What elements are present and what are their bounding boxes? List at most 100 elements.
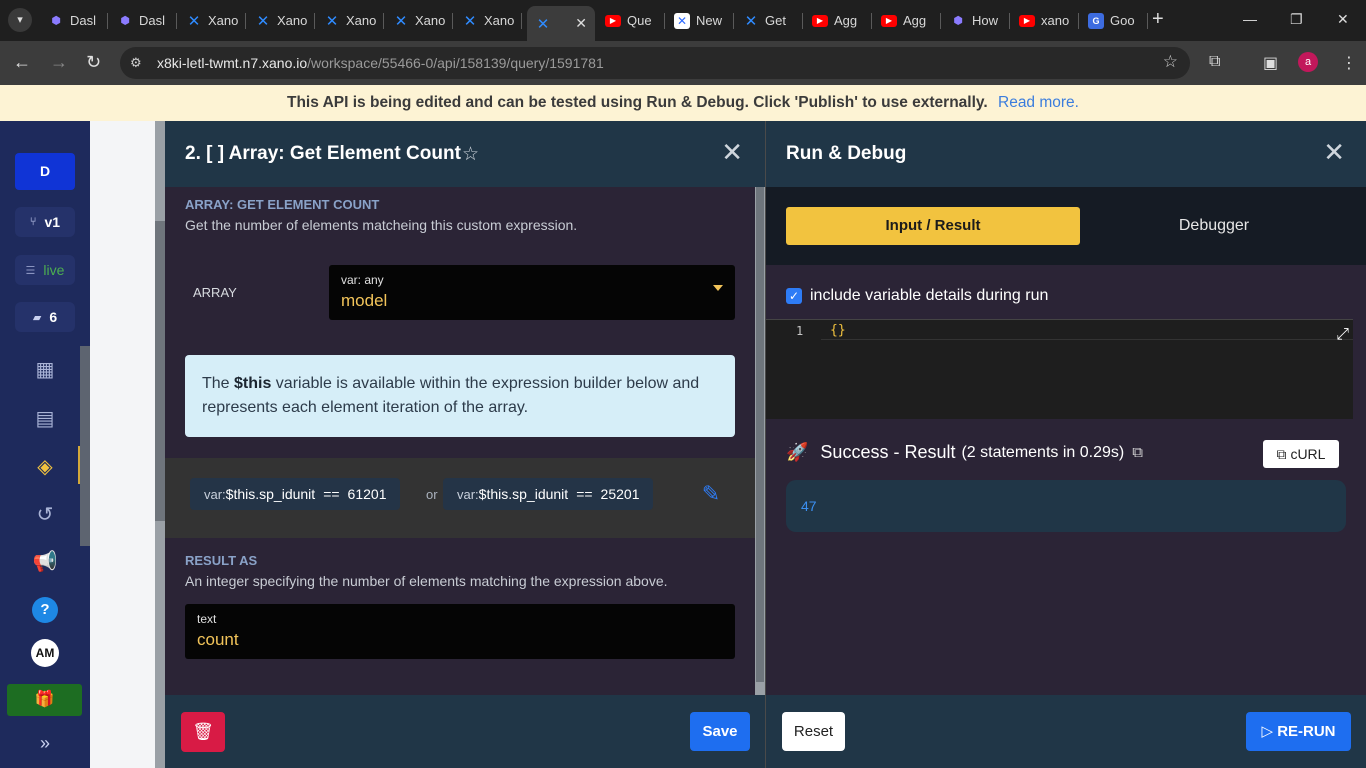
expression-chip-2[interactable]: var:$this.sp_idunit == 25201	[443, 478, 654, 510]
chevron-down-icon[interactable]	[713, 285, 723, 291]
result-number: 47	[801, 498, 817, 514]
run-debug-tabs: Input / Result Debugger	[766, 187, 1366, 265]
tab-input-result[interactable]: Input / Result	[786, 207, 1080, 245]
minimize-icon[interactable]: —	[1243, 11, 1257, 27]
background-scrollbar[interactable]	[155, 121, 165, 768]
expression-chip-1[interactable]: var:$this.sp_idunit == 61201	[190, 478, 401, 510]
xano-icon: ✕	[674, 12, 690, 29]
database-table-icon[interactable]: ▤	[30, 404, 60, 434]
tab-separator	[383, 13, 384, 29]
back-icon[interactable]: ←	[13, 52, 31, 73]
api-icon[interactable]: ◈	[30, 452, 60, 482]
browser-tab[interactable]: ▶ xano	[1011, 6, 1079, 35]
curl-button[interactable]: ⧉ cURL	[1263, 440, 1339, 468]
tab-label: Agg	[903, 13, 927, 28]
tab-label: Xano	[415, 13, 446, 28]
delete-button[interactable]: 🗑	[181, 712, 225, 752]
expand-icon[interactable]: ⤢	[1336, 326, 1349, 344]
tab-separator	[871, 13, 872, 29]
close-icon[interactable]: ✕	[721, 139, 743, 165]
comments-button[interactable]: ▰ 6	[15, 302, 75, 332]
address-bar[interactable]: ⚙ x8ki-letl-twmt.n7.xano.io/workspace/55…	[120, 47, 1190, 79]
browser-tab[interactable]: ✕ Xano	[178, 6, 246, 35]
forward-icon[interactable]: →	[50, 52, 68, 73]
panel-scroll-thumb[interactable]	[756, 187, 764, 682]
youtube-icon: ▶	[881, 14, 897, 27]
result-description: An integer specifying the number of elem…	[185, 573, 668, 589]
editor-code[interactable]: {}	[830, 323, 846, 338]
function-panel-footer: 🗑 Save	[165, 695, 765, 768]
youtube-icon: ▶	[812, 14, 828, 27]
browser-menu-icon[interactable]: ⋮	[1341, 53, 1357, 73]
array-input[interactable]: var: any model	[329, 265, 735, 320]
browser-tab[interactable]: ✕ Xano	[385, 6, 453, 35]
browser-tab[interactable]: G Goo	[1080, 6, 1148, 35]
expand-sidebar-icon[interactable]: »	[30, 733, 60, 759]
browser-tab[interactable]: ✕ Xano	[454, 6, 522, 35]
tab-search-icon[interactable]: ▾	[8, 8, 32, 32]
version-selector[interactable]: ⑂ v1	[15, 207, 75, 237]
site-info-icon[interactable]: ⚙	[130, 55, 142, 71]
browser-tab[interactable]: ▶ Agg	[804, 6, 872, 35]
database-icon: ☰	[25, 264, 36, 277]
browser-tab[interactable]: ✕ Xano	[316, 6, 384, 35]
tab-separator	[1009, 13, 1010, 29]
pencil-icon[interactable]: ✎	[697, 478, 725, 510]
browser-tab[interactable]: ✕ ✕	[527, 6, 595, 41]
profile-avatar[interactable]: a	[1298, 52, 1318, 72]
favorite-star-icon[interactable]: ☆	[462, 143, 479, 166]
tab-separator	[1147, 13, 1148, 29]
read-more-link[interactable]: Read more.	[998, 94, 1079, 111]
browser-tab[interactable]: ▶ Agg	[873, 6, 941, 35]
result-variable-input[interactable]: text count	[185, 604, 735, 659]
data-source-selector[interactable]: ☰ live	[15, 255, 75, 285]
workspace-button[interactable]: D	[15, 153, 75, 190]
window-close-icon[interactable]: ✕	[1337, 11, 1349, 28]
save-button[interactable]: Save	[690, 712, 750, 751]
editor-scrollbar[interactable]	[1353, 319, 1366, 419]
user-avatar[interactable]: AM	[31, 639, 59, 667]
include-variables-option[interactable]: ✓ include variable details during run	[786, 287, 1048, 305]
tab-debugger[interactable]: Debugger	[1080, 207, 1348, 245]
rerun-button[interactable]: ▷ RE-RUN	[1246, 712, 1351, 751]
result-meta: (2 statements in 0.29s)	[961, 443, 1125, 461]
run-debug-title: Run & Debug	[786, 143, 907, 164]
browser-tab[interactable]: ✕ New	[666, 6, 734, 35]
rocket-icon: 🚀	[786, 442, 809, 462]
megaphone-icon[interactable]: 📢	[30, 547, 60, 577]
branch-icon: ⑂	[29, 216, 37, 228]
tab-label: Que	[627, 13, 652, 28]
browser-tab[interactable]: ⬢ Dasl	[40, 6, 108, 35]
tab-close-icon[interactable]: ✕	[575, 15, 587, 32]
input-editor[interactable]: 1 {} ⤢	[766, 319, 1353, 419]
side-panel-icon[interactable]: ▣	[1263, 53, 1278, 73]
play-icon: ▷	[1261, 723, 1274, 740]
panel-scrollbar[interactable]	[755, 187, 765, 695]
youtube-icon: ▶	[605, 14, 621, 27]
close-icon[interactable]: ✕	[1323, 139, 1345, 165]
xano-icon: ✕	[256, 12, 270, 30]
browser-tab[interactable]: ⬢ How	[942, 6, 1010, 35]
extensions-icon[interactable]: ⧉	[1209, 53, 1220, 71]
help-icon[interactable]: ?	[32, 597, 58, 623]
include-variables-checkbox[interactable]: ✓	[786, 288, 802, 304]
copy-icon[interactable]: ⧉	[1132, 444, 1143, 461]
reload-icon[interactable]: ↻	[86, 52, 101, 73]
url-text[interactable]: x8ki-letl-twmt.n7.xano.io/workspace/5546…	[157, 55, 604, 71]
tab-separator	[314, 13, 315, 29]
reset-button[interactable]: Reset	[782, 712, 845, 751]
new-tab-icon[interactable]: +	[1152, 9, 1164, 29]
dashboard-icon[interactable]: ▦	[30, 355, 60, 385]
browser-tab[interactable]: ✕ Get	[735, 6, 803, 35]
browser-tab[interactable]: ⬢ Dasl	[109, 6, 177, 35]
sidebar-scrollbar[interactable]	[80, 346, 90, 546]
dashboard-cube-icon: ⬢	[51, 15, 61, 27]
browser-tab[interactable]: ✕ Xano	[247, 6, 315, 35]
restore-icon[interactable]: ❐	[1290, 11, 1303, 28]
bookmark-star-icon[interactable]: ☆	[1163, 52, 1178, 72]
gift-icon[interactable]: 🎁	[7, 684, 82, 716]
history-icon[interactable]: ↺	[30, 500, 60, 530]
browser-tab[interactable]: ▶ Que	[597, 6, 665, 35]
array-type: var: any	[341, 273, 384, 287]
background-scroll-thumb[interactable]	[155, 221, 165, 521]
